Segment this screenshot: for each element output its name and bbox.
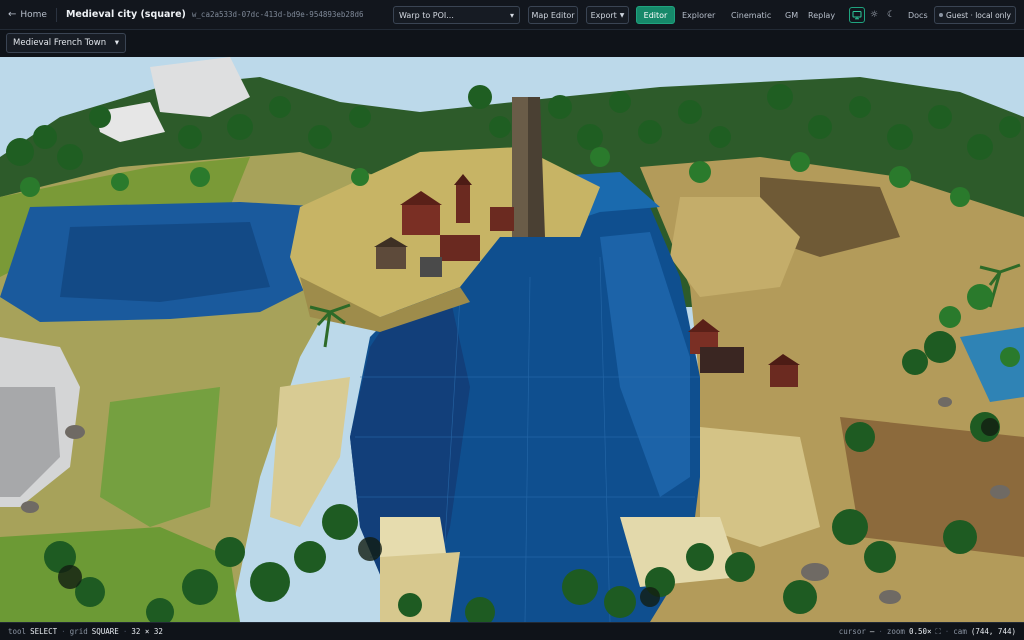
export-label: Export <box>590 10 617 20</box>
map-editor-button[interactable]: Map Editor <box>528 6 578 24</box>
zoom-key: zoom <box>886 627 905 636</box>
sand-bank-bottom-right <box>620 517 740 587</box>
mode-explorer-link[interactable]: Explorer <box>682 6 715 24</box>
preset-select-value: Medieval French Town <box>13 38 107 48</box>
mode-replay-link[interactable]: Replay <box>808 6 835 24</box>
mode-gm-link[interactable]: GM <box>785 6 798 24</box>
cam-key: cam <box>953 627 967 636</box>
grass-left-lower <box>100 387 220 527</box>
stone-tower-face <box>512 97 528 237</box>
moon-icon: ☾ <box>886 10 896 20</box>
warp-to-poi-select[interactable]: Warp to POI... ▾ <box>393 6 520 24</box>
grid-value: SQUARE <box>91 627 119 636</box>
home-label: Home <box>20 9 47 20</box>
home-link[interactable]: ← Home <box>8 9 47 20</box>
docs-link[interactable]: Docs <box>908 6 928 24</box>
status-dot-icon <box>939 13 944 17</box>
mode-cinematic-link[interactable]: Cinematic <box>731 6 771 24</box>
guest-label: Guest · local only <box>946 10 1011 20</box>
cursor-key: cursor <box>838 627 866 636</box>
preset-bar: Medieval French Town ▾ <box>0 30 1024 57</box>
voxel-map-render[interactable] <box>0 57 1024 622</box>
cam-value: (744, 744) <box>970 627 1016 636</box>
fullscreen-icon[interactable]: ⛶ <box>936 627 941 637</box>
map-title: Medieval city (square) <box>65 9 186 20</box>
status-left: tool SELECT · grid SQUARE · 32 × 32 <box>8 627 163 636</box>
theme-system-button[interactable] <box>849 7 865 23</box>
separator-dot: · <box>944 627 950 636</box>
warp-select-value: Warp to POI... <box>399 10 454 20</box>
preset-select[interactable]: Medieval French Town ▾ <box>6 33 126 53</box>
arrow-left-icon: ← <box>8 9 17 20</box>
theme-dark-button[interactable]: ☾ <box>883 7 899 23</box>
tool-key: tool <box>8 627 27 636</box>
divider <box>55 7 57 22</box>
cursor-value: — <box>869 627 875 636</box>
grid-size: 32 × 32 <box>131 627 163 636</box>
tool-value: SELECT <box>30 627 58 636</box>
sun-icon: ☼ <box>869 10 879 20</box>
chevron-down-icon: ▾ <box>114 38 119 48</box>
theme-light-button[interactable]: ☼ <box>866 7 882 23</box>
caret-down-icon: ▼ <box>619 11 625 19</box>
editor-label: Editor <box>643 10 668 20</box>
separator-dot: · <box>61 627 66 636</box>
status-right: cursor — · zoom 0.50× ⛶ · cam (744, 744) <box>839 627 1016 637</box>
separator-dot: · <box>122 627 128 636</box>
map-editor-label: Map Editor <box>531 10 575 20</box>
chevron-down-icon: ▾ <box>509 10 514 20</box>
top-bar: ← Home Medieval city (square) w_ca2a533d… <box>0 0 1024 30</box>
map-id: w_ca2a533d-07dc-413d-bd9e-954893eb28d6 <box>191 10 364 19</box>
monitor-icon <box>852 11 862 20</box>
mode-editor-button[interactable]: Editor <box>636 6 675 24</box>
zoom-value: 0.50× <box>908 627 932 636</box>
guest-badge[interactable]: Guest · local only <box>934 6 1016 24</box>
status-bar: tool SELECT · grid SQUARE · 32 × 32 curs… <box>0 622 1024 640</box>
separator-dot: · <box>878 627 883 636</box>
grid-key: grid <box>69 627 88 636</box>
export-menu-button[interactable]: Export ▼ <box>586 6 629 24</box>
map-viewport[interactable] <box>0 57 1024 622</box>
water-left-basin-shade <box>60 222 270 302</box>
